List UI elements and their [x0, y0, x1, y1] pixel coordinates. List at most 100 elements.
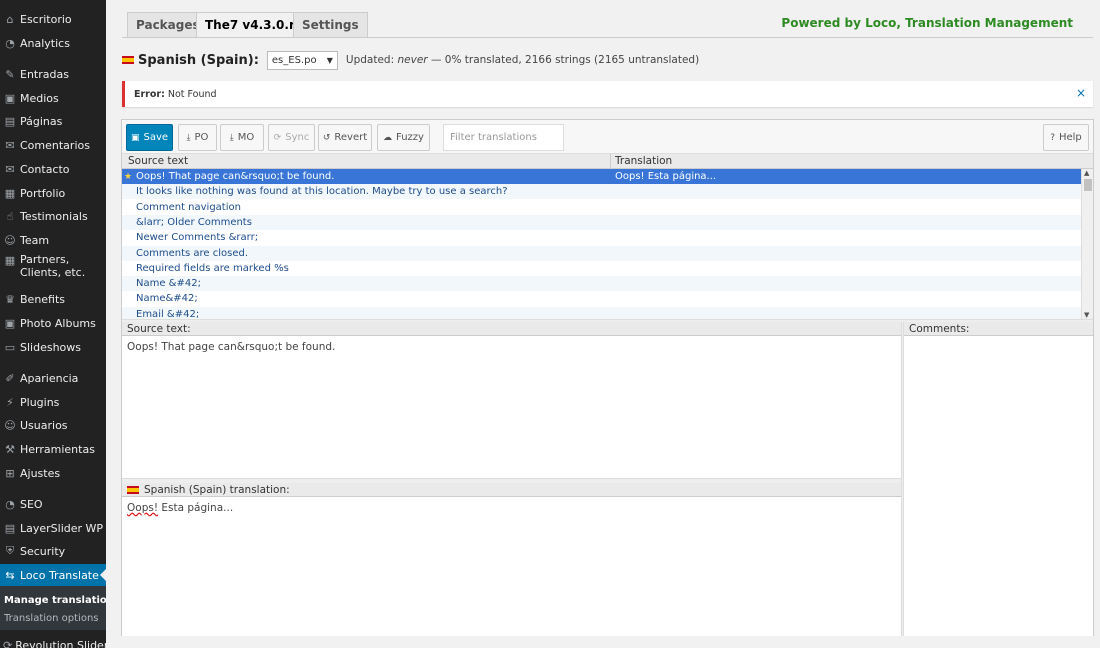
- sidebar-item-label: Analytics: [20, 36, 70, 50]
- sidebar-item-layerslider-wp[interactable]: ▤ LayerSlider WP: [0, 517, 106, 539]
- team-icon: ☺: [4, 233, 16, 247]
- sidebar-item-label: Benefits: [20, 292, 66, 306]
- download-mo-button[interactable]: ⤓ MO: [220, 124, 264, 151]
- filter-input[interactable]: Filter translations: [443, 124, 564, 151]
- table-row[interactable]: Name&#42;: [122, 291, 1081, 306]
- sidebar-item-seo[interactable]: ◔ SEO: [0, 493, 106, 515]
- loco-submenu: Manage translations Translation options: [0, 586, 106, 630]
- analytics-icon: ◔: [5, 36, 15, 50]
- sidebar-item-slideshows[interactable]: ▭ Slideshows: [0, 336, 106, 358]
- sidebar-item-ajustes[interactable]: ⊞ Ajustes: [0, 462, 106, 484]
- table-row[interactable]: Comments are closed.: [122, 245, 1081, 261]
- table-scrollbar[interactable]: ▲ ▼: [1081, 169, 1093, 319]
- error-message: Not Found: [167, 88, 217, 100]
- sidebar-item-label: Apariencia: [20, 371, 79, 385]
- comments-textarea[interactable]: [904, 336, 1093, 636]
- sidebar-item-testimonials[interactable]: ☝ Testimonials: [0, 205, 106, 227]
- sidebar-item-label: Plugins: [20, 395, 60, 409]
- table-row[interactable]: &larr; Older Comments: [122, 214, 1081, 230]
- sidebar-item-partners-clients-etc[interactable]: ▦ Partners, Clients, etc.: [0, 253, 106, 283]
- table-row[interactable]: Required fields are marked %s: [122, 261, 1081, 276]
- table-row[interactable]: ★ Oops! That page can&rsquo;t be found. Oo…: [122, 169, 1081, 184]
- sidebar-item-label: Páginas: [20, 114, 63, 128]
- submenu-translation-options[interactable]: Translation options: [4, 613, 99, 624]
- media-icon: ▣: [4, 91, 16, 105]
- column-source[interactable]: Source text: [128, 155, 188, 167]
- slideshow-icon: ▭: [4, 340, 16, 354]
- sidebar-item-revolution-slider[interactable]: ⟳ Revolution Slider: [0, 634, 106, 648]
- sidebar-item-benefits[interactable]: ♛ Benefits: [0, 288, 106, 310]
- locale-header: Spanish (Spain): es_ES.po ▼ Updated: nev…: [122, 50, 699, 70]
- sidebar-item-label: Revolution Slider: [15, 638, 106, 648]
- photo-icon: ▣: [4, 316, 16, 330]
- user-icon: ☺: [4, 418, 16, 432]
- scroll-down-icon[interactable]: ▼: [1084, 311, 1089, 319]
- sidebar-item-photo-albums[interactable]: ▣ Photo Albums: [0, 312, 106, 334]
- sidebar-item-apariencia[interactable]: ✐ Apariencia: [0, 367, 106, 389]
- po-file-select[interactable]: es_ES.po ▼: [266, 50, 338, 70]
- submenu-manage-translations[interactable]: Manage translations: [4, 595, 106, 606]
- column-resize-handle[interactable]: [610, 154, 611, 169]
- close-icon[interactable]: ×: [1076, 86, 1086, 100]
- row-source-text: It looks like nothing was found at this …: [136, 186, 508, 198]
- locale-title: Spanish (Spain):: [138, 52, 259, 68]
- cloud-icon: ☁: [383, 132, 393, 143]
- sidebar-item-label: Team: [20, 233, 50, 247]
- translation-textarea[interactable]: Oops! Esta página...: [122, 497, 901, 636]
- comments-pane-label: Comments:: [909, 322, 970, 335]
- translation-editor: ▣ Save ⤓ PO ⤓ MO ⟳ Sync ↺ Revert ☁ Fuzzy…: [121, 119, 1094, 636]
- shield-icon: ⛨: [5, 544, 15, 557]
- table-row[interactable]: Email &#42;: [122, 306, 1081, 319]
- trophy-icon: ♛: [5, 292, 15, 306]
- seo-icon: ◔: [5, 497, 15, 511]
- fuzzy-button[interactable]: ☁ Fuzzy: [377, 124, 430, 151]
- sidebar-item-label: Slideshows: [20, 340, 82, 354]
- row-source-text: Required fields are marked %s: [136, 262, 289, 274]
- sidebar-item-loco-translate[interactable]: ⇆ Loco Translate: [0, 564, 106, 586]
- sidebar-item-label: Escritorio: [20, 12, 72, 26]
- sidebar-item-security[interactable]: ⛨ Security: [0, 540, 106, 562]
- sidebar-item-label: Loco Translate: [20, 568, 99, 582]
- help-button[interactable]: ? Help: [1043, 124, 1089, 151]
- sidebar-item-usuarios[interactable]: ☺ Usuarios: [0, 414, 106, 436]
- scroll-up-icon[interactable]: ▲: [1084, 169, 1089, 177]
- strings-table: ★ Oops! That page can&rsquo;t be found. Oo…: [122, 169, 1081, 319]
- error-label: Error:: [134, 88, 165, 100]
- tab-settings[interactable]: Settings: [293, 12, 368, 38]
- tab-divider: [122, 37, 1093, 38]
- sidebar-item-label: LayerSlider WP: [20, 521, 104, 535]
- sidebar-item-portfolio[interactable]: ▦ Portfolio: [0, 182, 106, 204]
- table-row[interactable]: Name &#42;: [122, 276, 1081, 292]
- sidebar-item-analytics[interactable]: ◔ Analytics: [0, 32, 106, 54]
- po-label: PO: [194, 132, 209, 143]
- table-row[interactable]: Comment navigation: [122, 200, 1081, 215]
- sync-label: Sync: [285, 132, 310, 143]
- table-row[interactable]: It looks like nothing was found at this …: [122, 184, 1081, 200]
- save-label: Save: [143, 132, 169, 143]
- download-po-button[interactable]: ⤓ PO: [178, 124, 217, 151]
- sidebar-item-contacto[interactable]: ✉ Contacto: [0, 158, 106, 180]
- sidebar-item-medios[interactable]: ▣ Medios: [0, 87, 106, 109]
- sidebar-item-herramientas[interactable]: ⚒ Herramientas: [0, 438, 106, 460]
- sidebar-item-escritorio[interactable]: ⌂ Escritorio: [0, 8, 106, 30]
- scroll-thumb[interactable]: [1084, 179, 1092, 191]
- translation-pane-header: Spanish (Spain) translation:: [122, 483, 901, 497]
- sidebar-item-p-ginas[interactable]: ▤ Páginas: [0, 110, 106, 132]
- source-text-display: Oops! That page can&rsquo;t be found.: [122, 336, 901, 478]
- download-icon: ⤓: [229, 132, 234, 143]
- column-translation[interactable]: Translation: [615, 155, 672, 167]
- save-button[interactable]: ▣ Save: [126, 124, 173, 151]
- sidebar-item-team[interactable]: ☺ Team: [0, 229, 106, 251]
- revert-button[interactable]: ↺ Revert: [318, 124, 372, 151]
- sidebar-item-plugins[interactable]: ⚡ Plugins: [0, 391, 106, 413]
- spain-flag-icon: [127, 485, 139, 494]
- error-notice: Error: Not Found ×: [122, 81, 1093, 107]
- translation-pane-label: Spanish (Spain) translation:: [144, 483, 290, 496]
- sidebar-item-entradas[interactable]: ✎ Entradas: [0, 63, 106, 85]
- chevron-down-icon: ▼: [326, 55, 333, 65]
- table-row[interactable]: Newer Comments &rarr;: [122, 230, 1081, 245]
- powered-by-link[interactable]: Powered by Loco, Translation Management: [781, 16, 1073, 30]
- sidebar-item-comentarios[interactable]: ✉ Comentarios: [0, 134, 106, 156]
- sync-button[interactable]: ⟳ Sync: [268, 124, 315, 151]
- sidebar-item-label: Medios: [20, 91, 59, 105]
